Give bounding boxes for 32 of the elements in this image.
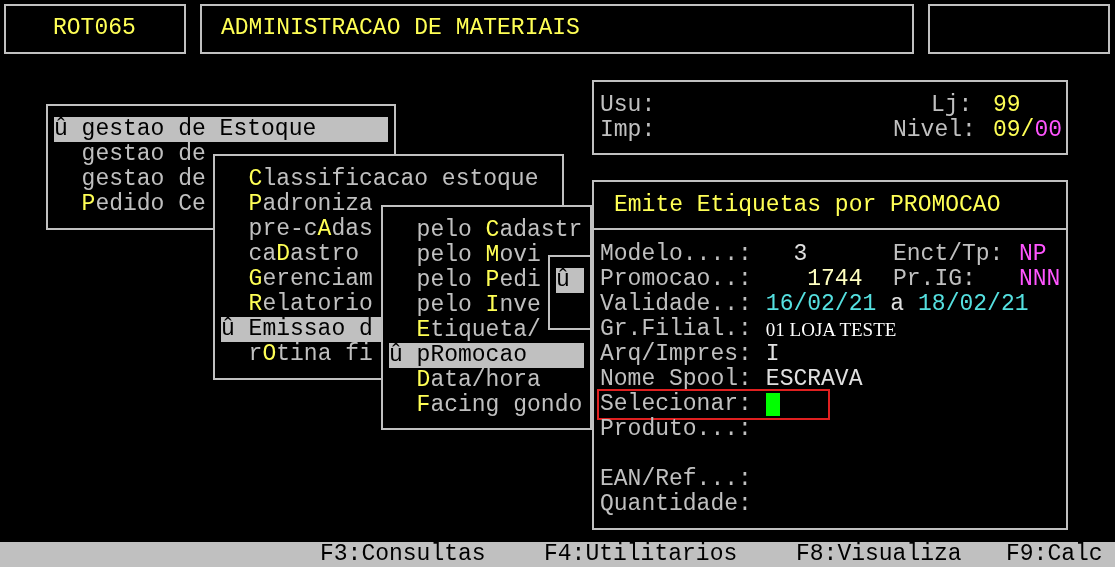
field-label: EAN/Ref...: (600, 467, 752, 492)
field-value: 1744 (806, 267, 863, 292)
field-label: Enct/Tp: (893, 242, 1004, 267)
field-value: 00 (1034, 118, 1062, 143)
screen-title: ADMINISTRACAO DE MATERIAIS (221, 16, 580, 41)
field-label: Promocao..: (600, 267, 752, 292)
field-value: I (765, 342, 780, 367)
field-label: Validade..: (600, 292, 752, 317)
field-value: 01 LOJA TESTE (765, 318, 897, 342)
field-value: 99 (993, 93, 1021, 118)
field-label: Pr.IG: (893, 267, 976, 292)
program-code: ROT065 (53, 16, 136, 41)
field-value: 18/02/21 (918, 292, 1029, 317)
field-value: 3 (792, 242, 808, 267)
field-label: Produto...: (600, 417, 752, 442)
field-value: 16/02/21 (765, 292, 877, 317)
field-label: Gr.Filial.: (600, 317, 752, 342)
field-label: Lj: (931, 93, 973, 118)
field-label: Nivel: (893, 118, 976, 143)
field-label: Nome Spool: (600, 367, 752, 392)
field-value: NP (1019, 242, 1047, 267)
field-label: Arq/Impres: (600, 342, 752, 367)
field-label: Quantidade: (600, 492, 752, 517)
field-value: ESCRAVA (765, 367, 863, 392)
form-title: Emite Etiquetas por PROMOCAO (614, 192, 1001, 218)
field-label: Selecionar: (600, 392, 752, 417)
field-value: 09/ (993, 118, 1035, 143)
field-value: a (890, 292, 905, 317)
field-label: Modelo....: (600, 242, 752, 267)
field-label: Imp: (600, 118, 656, 143)
field-value: NNN (1019, 267, 1061, 292)
field-label: Usu: (600, 93, 656, 118)
